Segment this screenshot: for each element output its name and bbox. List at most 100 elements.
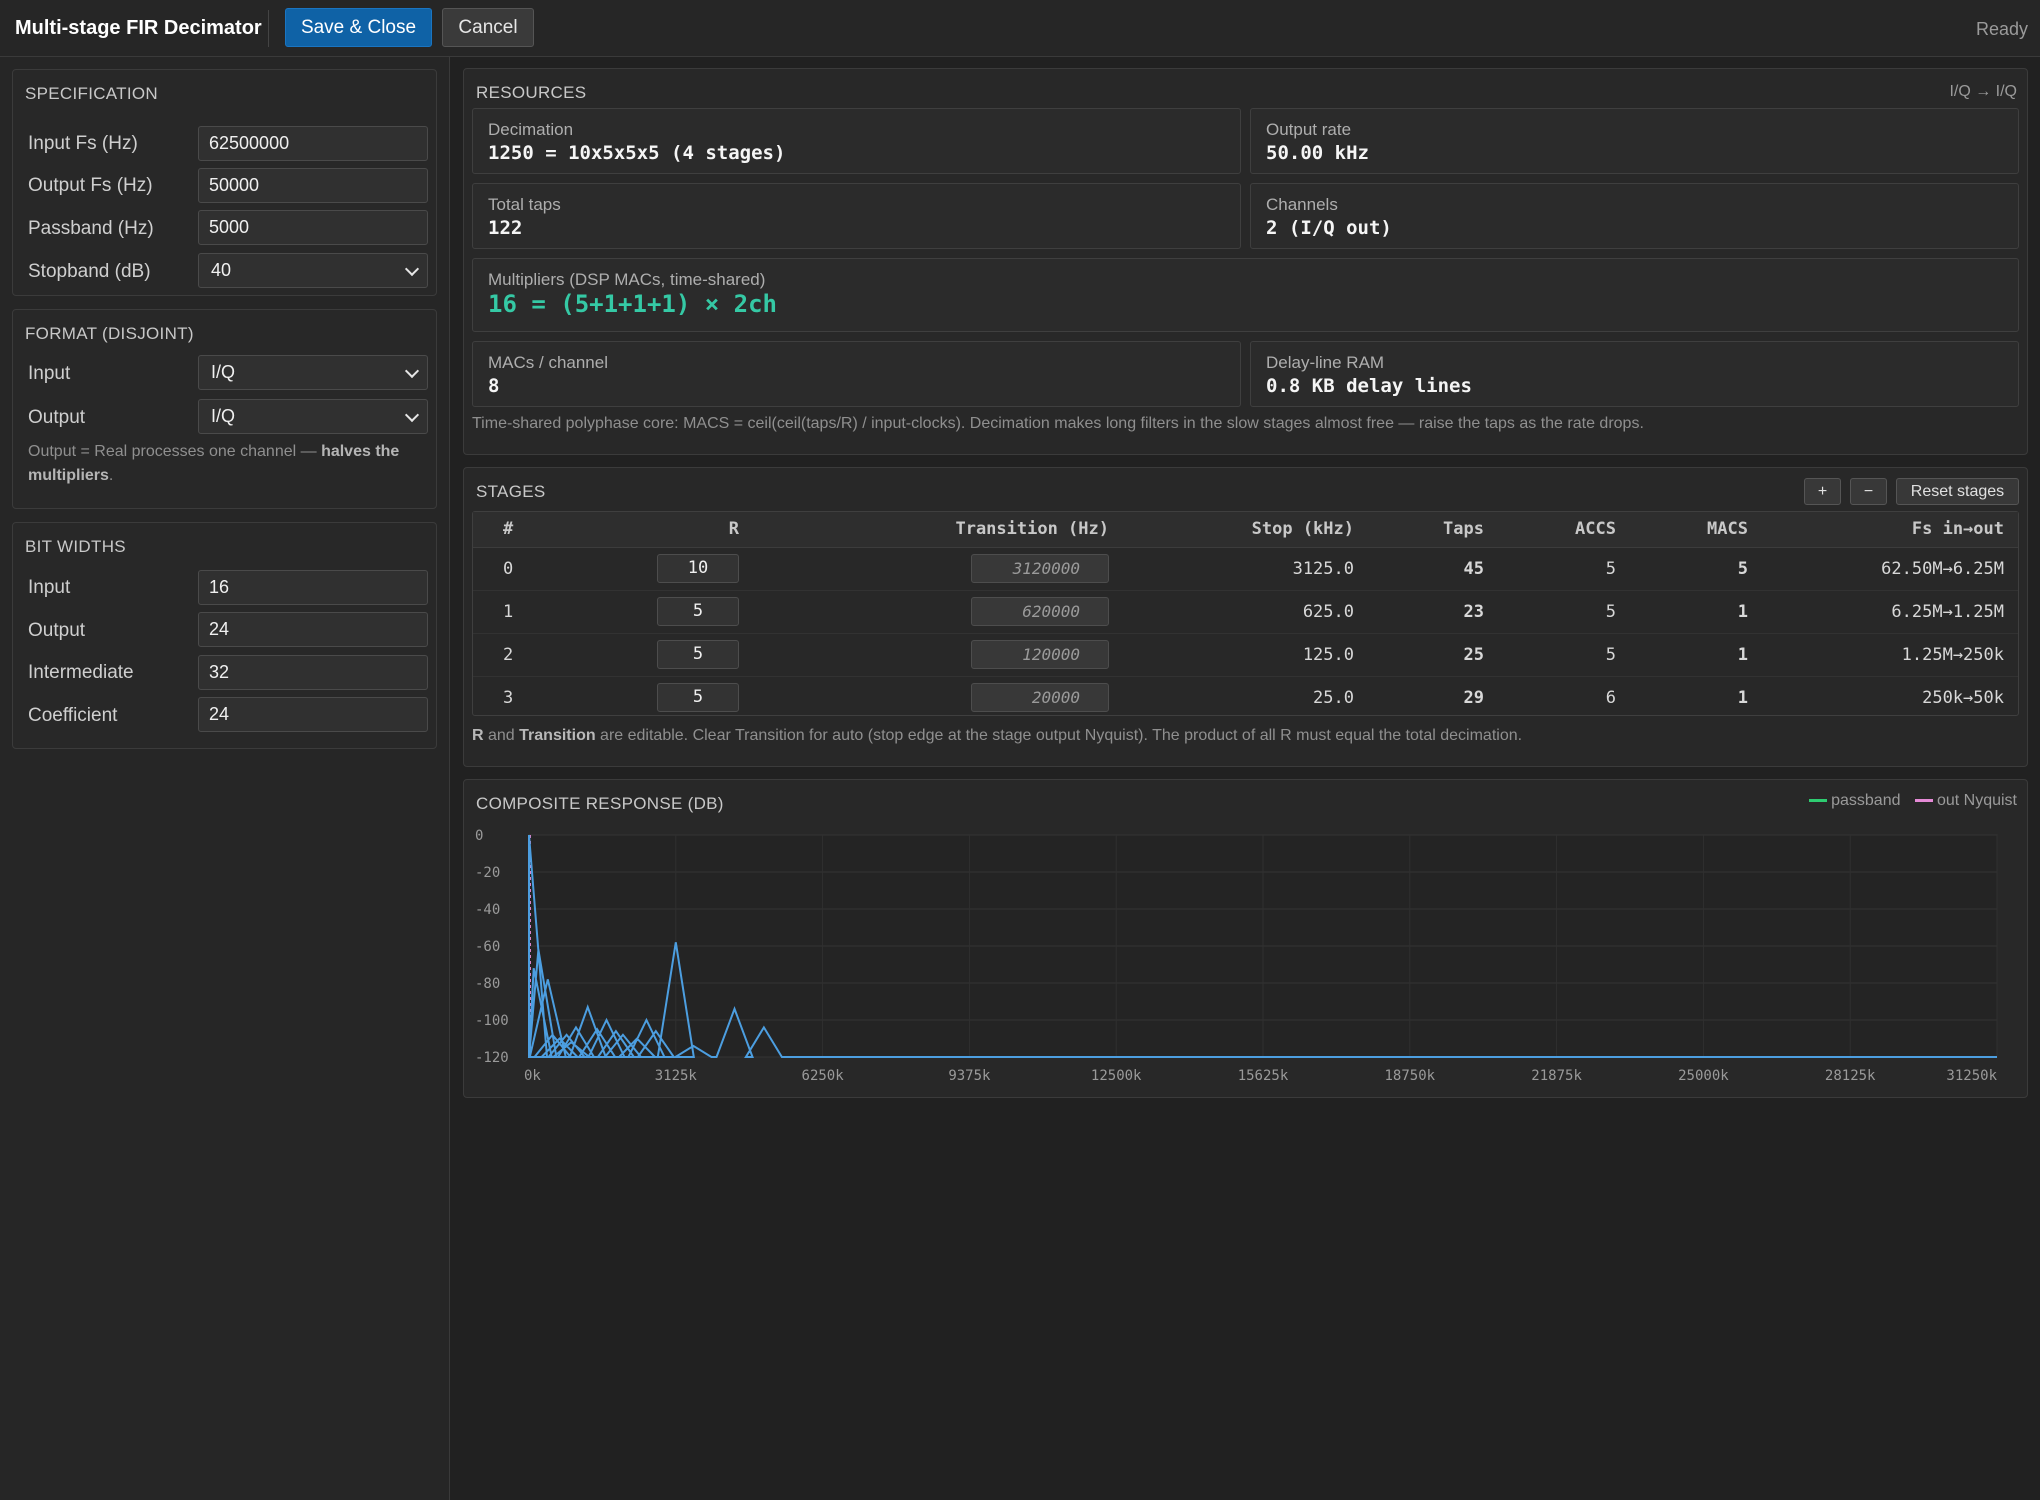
format-title: FORMAT (DISJOINT) — [25, 324, 194, 343]
stage-accs: 5 — [1605, 558, 1616, 579]
delay-ram-label: Delay-line RAM — [1266, 353, 1385, 372]
response-panel: COMPOSITE RESPONSE (DB) passband out Nyq… — [463, 779, 2028, 1098]
stage-taps: 25 — [1463, 644, 1484, 665]
macs-channel-value: 8 — [488, 375, 500, 397]
format-output-select[interactable]: I/Q — [198, 399, 428, 434]
macs-channel-card: MACs / channel 8 — [472, 341, 1241, 407]
stage-accs: 5 — [1605, 644, 1616, 665]
add-stage-button[interactable]: + — [1804, 478, 1841, 505]
stage-macs: 1 — [1737, 687, 1748, 708]
input-fs-input[interactable] — [198, 126, 428, 161]
macs-channel-label: MACs / channel — [488, 353, 608, 372]
stage-transition-input[interactable]: 120000 — [971, 640, 1109, 669]
resources-note: Time-shared polyphase core: MACS = ceil(… — [472, 415, 1644, 432]
stage-fs: 250k→50k — [1922, 687, 2004, 708]
output-fs-label: Output Fs (Hz) — [28, 175, 153, 196]
input-fs-label: Input Fs (Hz) — [28, 133, 138, 154]
stage-transition-input[interactable]: 20000 — [971, 683, 1109, 713]
title-divider — [268, 10, 269, 47]
x-tick-label: 12500k — [1091, 1068, 1142, 1084]
stage-macs: 5 — [1737, 558, 1748, 579]
x-tick-label: 31250k — [1946, 1068, 1997, 1084]
stage-transition-input[interactable]: 3120000 — [971, 554, 1109, 583]
stages-title: STAGES — [476, 482, 546, 501]
bw-coefficient-label: Coefficient — [28, 705, 118, 726]
decimation-card: Decimation 1250 = 10x5x5x5 (4 stages) — [472, 108, 1241, 174]
stages-note-and: and — [483, 727, 520, 744]
chevron-down-icon — [404, 363, 420, 379]
stage-stop: 125.0 — [1302, 644, 1354, 665]
output-rate-card: Output rate 50.00 kHz — [1250, 108, 2019, 174]
stage-accs: 6 — [1605, 687, 1616, 708]
stage-r-input[interactable]: 5 — [657, 597, 739, 626]
stage-index: 2 — [503, 644, 514, 665]
col-macs: MACS — [1630, 512, 1762, 548]
top-bar: Multi-stage FIR Decimator Save & Close C… — [0, 0, 2040, 57]
x-tick-label: 28125k — [1825, 1068, 1876, 1084]
stopband-label: Stopband (dB) — [28, 261, 151, 282]
format-tag: I/Q → I/Q — [1949, 83, 2017, 100]
bw-intermediate-field[interactable] — [198, 655, 428, 690]
app-title: Multi-stage FIR Decimator — [15, 17, 262, 39]
stage-r-input[interactable]: 10 — [657, 554, 739, 583]
table-row: 3 5 20000 25.0 29 6 1 250k→50k — [473, 676, 2018, 719]
format-output-value: I/Q — [211, 406, 236, 426]
stages-table-container: # R Transition (Hz) Stop (kHz) Taps ACCS… — [472, 511, 2019, 716]
x-tick-label: 6250k — [802, 1068, 845, 1084]
format-input-value: I/Q — [211, 362, 236, 382]
remove-stage-button[interactable]: − — [1850, 478, 1887, 505]
table-header-row: # R Transition (Hz) Stop (kHz) Taps ACCS… — [473, 512, 2018, 548]
output-fs-input[interactable] — [198, 168, 428, 203]
col-taps: Taps — [1368, 512, 1498, 548]
x-tick-label: 21875k — [1531, 1068, 1582, 1084]
cancel-button[interactable]: Cancel — [442, 8, 534, 47]
specification-title: SPECIFICATION — [25, 84, 158, 103]
channels-label: Channels — [1266, 195, 1338, 214]
x-tick-label: 15625k — [1238, 1068, 1289, 1084]
passband-input[interactable] — [198, 210, 428, 245]
col-fs: Fs in→out — [1762, 512, 2018, 548]
multipliers-card: Multipliers (DSP MACs, time-shared) 16 =… — [472, 258, 2019, 332]
stopband-select[interactable]: 40 — [198, 253, 428, 288]
x-tick-label: 3125k — [655, 1068, 698, 1084]
format-note-text: Output = Real processes one channel — — [28, 443, 322, 460]
bw-output-field[interactable] — [198, 612, 428, 647]
decimation-value: 1250 = 10x5x5x5 (4 stages) — [488, 142, 786, 164]
stage-r-input[interactable]: 5 — [657, 640, 739, 669]
stage-index: 3 — [503, 687, 514, 708]
x-tick-label: 0k — [524, 1068, 541, 1084]
output-rate-label: Output rate — [1266, 120, 1352, 139]
stages-panel: STAGES + − Reset stages # R Transition (… — [463, 467, 2028, 767]
resources-panel: RESOURCES I/Q → I/Q Decimation 1250 = 10… — [463, 68, 2028, 455]
stage-taps: 45 — [1463, 558, 1484, 579]
total-taps-value: 122 — [488, 217, 523, 239]
stages-table: # R Transition (Hz) Stop (kHz) Taps ACCS… — [473, 512, 2018, 719]
bw-coefficient-field[interactable] — [198, 697, 428, 732]
col-transition: Transition (Hz) — [753, 512, 1123, 548]
col-stop: Stop (kHz) — [1123, 512, 1368, 548]
stage-macs: 1 — [1737, 644, 1748, 665]
chevron-down-icon — [404, 261, 420, 277]
stage-transition-input[interactable]: 620000 — [971, 597, 1109, 626]
reset-stages-button[interactable]: Reset stages — [1896, 478, 2019, 505]
y-tick-label: -60 — [475, 939, 500, 955]
y-tick-label: -40 — [475, 902, 500, 918]
stopband-value: 40 — [211, 260, 232, 280]
decimation-label: Decimation — [488, 120, 574, 139]
channels-card: Channels 2 (I/Q out) — [1250, 183, 2019, 249]
save-close-button[interactable]: Save & Close — [285, 8, 432, 47]
multipliers-value: 16 = (5+1+1+1) × 2ch — [488, 290, 777, 318]
stage-accs: 5 — [1605, 601, 1616, 622]
stage-r-input[interactable]: 5 — [657, 683, 739, 713]
chart-legend: passband out Nyquist — [1799, 792, 2017, 810]
stage-stop: 625.0 — [1302, 601, 1354, 622]
bw-input-field[interactable] — [198, 570, 428, 605]
format-input-select[interactable]: I/Q — [198, 355, 428, 390]
y-tick-label: -120 — [475, 1050, 509, 1066]
stage-stop: 25.0 — [1313, 687, 1354, 708]
format-panel: FORMAT (DISJOINT) Input I/Q Output I/Q O… — [12, 309, 437, 509]
stage-index: 0 — [503, 558, 514, 579]
x-tick-label: 9375k — [948, 1068, 991, 1084]
col-accs: ACCS — [1498, 512, 1630, 548]
stage-fs: 6.25M→1.25M — [1891, 601, 2004, 622]
